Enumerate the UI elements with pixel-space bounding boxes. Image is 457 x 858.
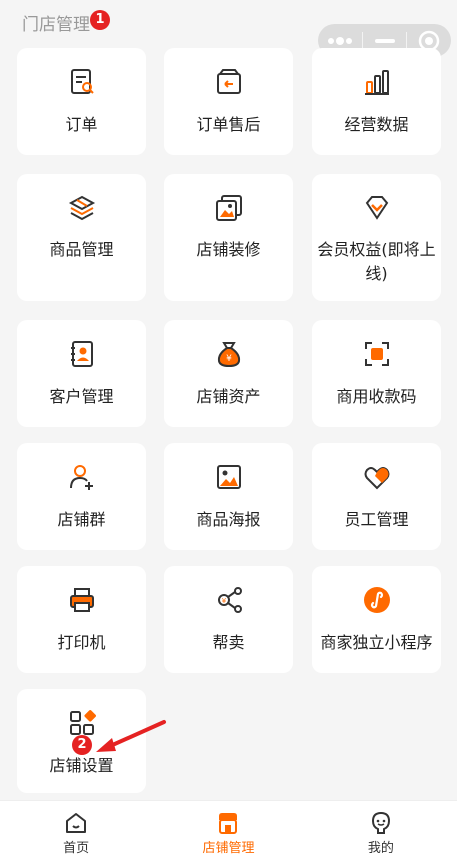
tab-label: 我的 <box>367 841 394 856</box>
tile-label: 打印机 <box>57 633 106 652</box>
user-add-icon <box>69 465 93 490</box>
page-title: 门店管理 <box>22 15 90 35</box>
contact-book-icon <box>70 341 93 367</box>
bottom-tab-bar: 首页 店铺管理 我的 <box>0 800 457 858</box>
tile-store-decoration[interactable]: 店铺装修 <box>164 174 293 301</box>
tile-payment-code[interactable]: 商用收款码 <box>312 320 441 427</box>
tile-label: 订单 <box>65 115 98 134</box>
bar-chart-icon <box>364 70 389 95</box>
tile-customer-management[interactable]: 客户管理 <box>17 320 146 427</box>
tile-label: 帮卖 <box>212 633 245 652</box>
layers-icon <box>68 195 95 221</box>
tile-help-sell[interactable]: ¥ 帮卖 <box>164 566 293 673</box>
store-icon <box>219 813 238 834</box>
tile-label: 商品海报 <box>196 510 261 529</box>
tile-after-sales[interactable]: 订单售后 <box>164 48 293 155</box>
tile-label: 商品管理 <box>49 240 114 259</box>
step-2-badge: 2 <box>72 735 92 755</box>
tile-label: 员工管理 <box>344 510 409 529</box>
tile-label-line2: 线) <box>365 264 388 283</box>
minimize-icon <box>374 38 395 43</box>
step-1-badge: 1 <box>90 10 110 30</box>
tile-business-data[interactable]: 经营数据 <box>312 48 441 155</box>
tile-label: 店铺资产 <box>196 387 261 406</box>
handshake-heart-icon <box>364 467 389 490</box>
mini-program-icon <box>363 587 390 613</box>
more-dots-icon <box>327 36 352 45</box>
svg-text:¥: ¥ <box>226 354 232 364</box>
tile-product-poster[interactable]: 商品海报 <box>164 443 293 550</box>
after-sales-icon <box>216 69 241 94</box>
tile-label: 订单售后 <box>196 115 261 134</box>
tile-label: 商用收款码 <box>336 387 417 406</box>
tile-store-group[interactable]: 店铺群 <box>17 443 146 550</box>
share-icon: ¥ <box>217 587 242 613</box>
tile-staff-management[interactable]: 员工管理 <box>312 443 441 550</box>
tab-mine[interactable]: 我的 <box>305 801 457 858</box>
diamond-icon <box>365 196 388 220</box>
poster-icon <box>216 465 241 489</box>
profile-icon <box>371 811 390 834</box>
annotation-arrow-icon <box>96 720 166 752</box>
tile-store-assets[interactable]: ¥ 店铺资产 <box>164 320 293 427</box>
tab-store-management[interactable]: 店铺管理 <box>152 801 304 858</box>
image-stack-icon <box>215 195 242 221</box>
svg-text:¥: ¥ <box>221 597 226 605</box>
tile-printer[interactable]: 打印机 <box>17 566 146 673</box>
tile-label: 商家独立小程序 <box>320 633 433 652</box>
tile-label-line1: 会员权益(即将上 <box>317 240 436 259</box>
tile-label: 客户管理 <box>49 387 114 406</box>
tile-mini-program[interactable]: 商家独立小程序 <box>312 566 441 673</box>
money-bag-icon: ¥ <box>217 342 240 368</box>
tile-member-benefits[interactable]: 会员权益(即将上 线) <box>312 174 441 301</box>
tab-label: 首页 <box>63 841 90 856</box>
tile-orders[interactable]: 订单 <box>17 48 146 155</box>
tile-label: 店铺装修 <box>196 240 261 259</box>
printer-icon <box>69 588 94 612</box>
qr-scan-icon <box>364 342 389 366</box>
tile-product-management[interactable]: 商品管理 <box>17 174 146 301</box>
order-icon <box>70 69 94 94</box>
tile-label: 店铺群 <box>57 510 106 529</box>
tab-label: 店铺管理 <box>202 841 255 856</box>
tab-home[interactable]: 首页 <box>0 801 152 858</box>
home-icon <box>66 813 87 833</box>
tile-label: 经营数据 <box>344 115 409 134</box>
